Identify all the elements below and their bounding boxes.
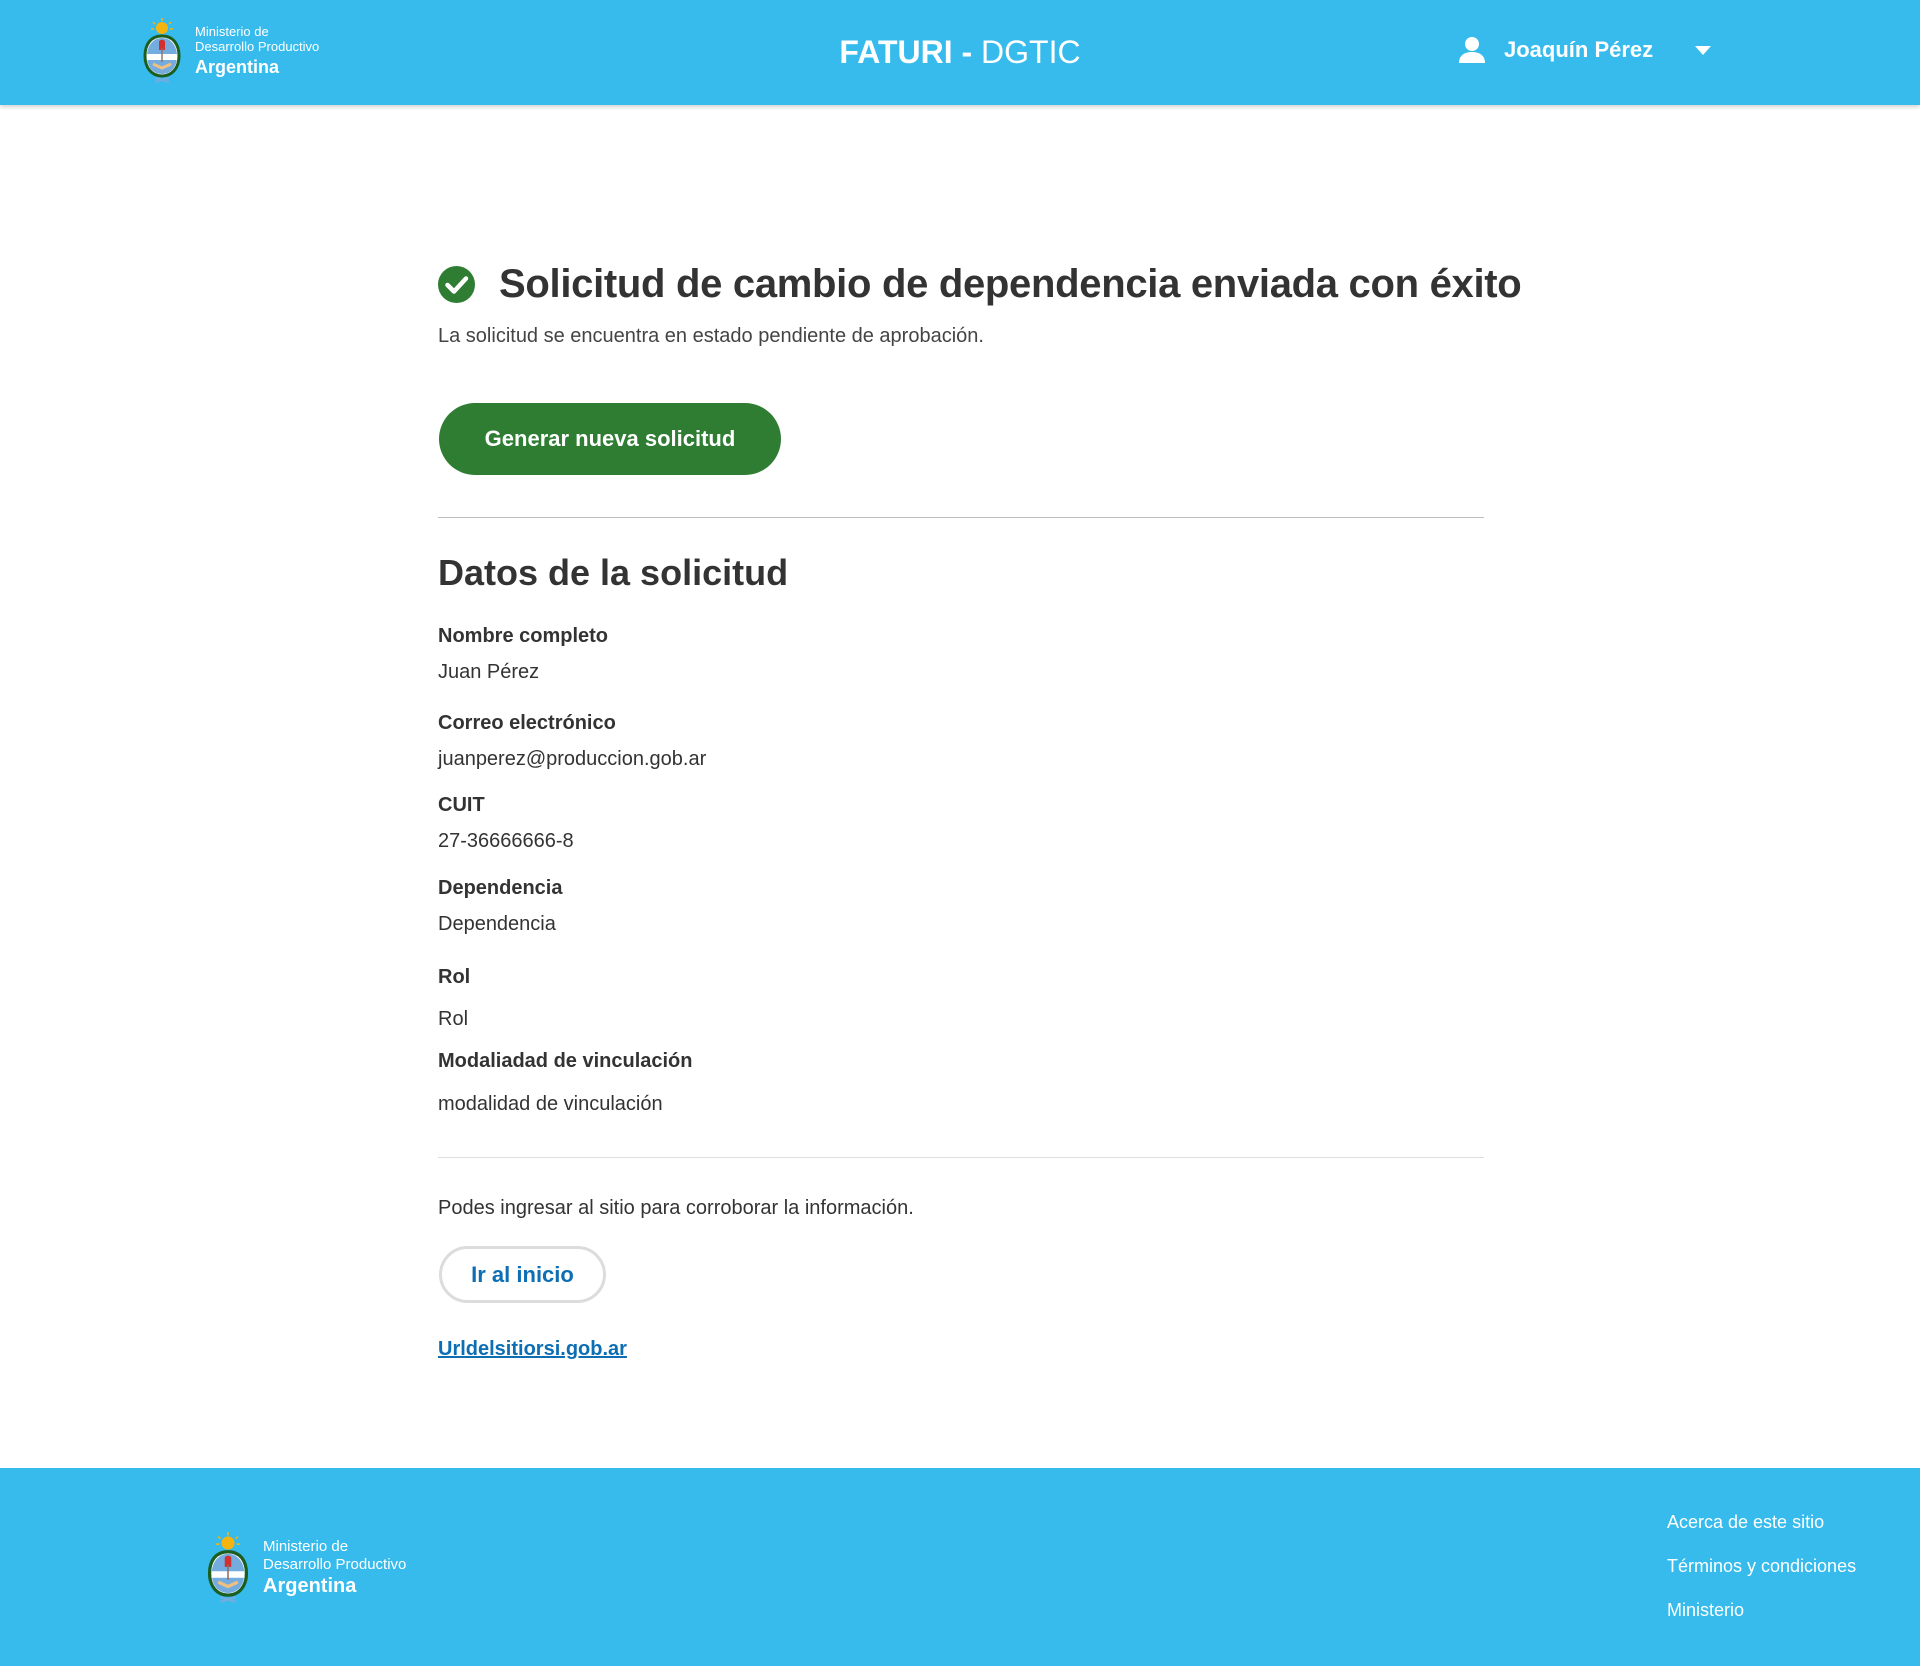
footer-link-ministry[interactable]: Ministerio [1667,1600,1856,1621]
argentina-coat-of-arms-icon [207,1532,249,1603]
field-label-cuit: CUIT [438,794,485,816]
divider [438,517,1484,518]
check-circle-icon [438,266,475,303]
site-url-link[interactable]: Urldelsitiorsi.gob.ar [438,1338,627,1361]
field-value-role: Rol [438,1008,469,1030]
new-request-button[interactable]: Generar nueva solicitud [439,403,781,475]
field-value-cuit: 27-36666666-8 [438,830,574,852]
footer-links: Acerca de este sitio Términos y condicio… [1667,1512,1856,1644]
field-label-email: Correo electrónico [438,712,616,734]
success-message: Solicitud de cambio de dependencia envia… [438,262,1522,307]
success-title: Solicitud de cambio de dependencia envia… [499,262,1522,306]
field-value-full-name: Juan Pérez [438,661,540,683]
field-value-link-modality: modalidad de vinculación [438,1093,663,1115]
field-label-role: Rol [438,966,471,988]
go-home-button[interactable]: Ir al inicio [439,1246,606,1303]
field-value-email: juanperez@produccion.gob.ar [438,748,707,770]
divider [438,1157,1484,1158]
section-title: Datos de la solicitud [438,552,789,593]
field-label-dependency: Dependencia [438,877,563,899]
caret-down-icon[interactable] [1695,46,1711,55]
footer-link-about[interactable]: Acerca de este sitio [1667,1512,1856,1533]
status-subtitle: La solicitud se encuentra en estado pend… [438,325,984,347]
footer-ministry-name-line2: Desarrollo Productivo [263,1555,407,1573]
footer-ministry-logo[interactable]: Ministerio de Desarrollo Productivo Arge… [203,1530,406,1606]
field-value-dependency: Dependencia [438,913,556,935]
user-menu[interactable]: Joaquín Pérez [1458,36,1711,64]
field-label-link-modality: Modaliadad de vinculación [438,1050,693,1072]
info-text: Podes ingresar al sitio para corroborar … [438,1197,914,1219]
footer-link-terms[interactable]: Términos y condiciones [1667,1556,1856,1577]
app-title-strong: FATURI - [839,34,973,70]
user-name: Joaquín Pérez [1504,37,1654,62]
app-title-light: DGTIC [981,34,1081,70]
footer-country-name: Argentina [263,1574,357,1597]
top-header: Ministerio de Desarrollo Productivo Arge… [0,0,1920,105]
user-icon [1459,37,1485,63]
footer-ministry-name-line1: Ministerio de [263,1538,349,1556]
footer: Ministerio de Desarrollo Productivo Arge… [0,1468,1920,1666]
field-label-full-name: Nombre completo [438,625,609,647]
